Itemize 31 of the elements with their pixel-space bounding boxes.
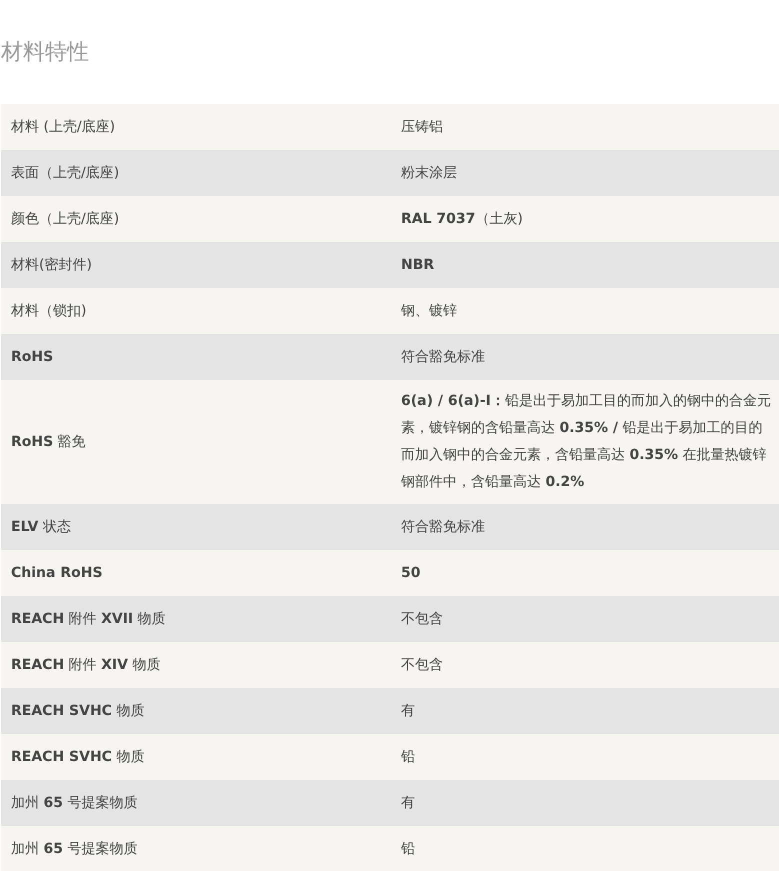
property-value: 6(a) / 6(a)-I：铅是出于易加工目的而加入的钢中的合金元素，镀锌钢的含铅量高达 0.35% / 铅是出于易加工的目的而加入钢中的合金元素，含铅量高达 0.35% 在批量热镀锌钢部件中，含铅量高达 0.2% [400,392,772,492]
property-value: NBR [400,256,436,274]
property-value: RAL 7037（土灰) [400,210,524,228]
property-value: 符合豁免标准 [400,348,486,366]
property-value: 铅 [400,748,416,766]
property-value: 符合豁免标准 [400,518,486,536]
property-label: 表面（上壳/底座) [10,164,120,182]
property-value: 钢、镀锌 [400,302,458,320]
property-value: 不包含 [400,656,444,674]
property-label: 材料（锁扣) [10,302,88,320]
property-value: 不包含 [400,610,444,628]
property-value: 粉末涂层 [400,164,458,182]
property-label: 材料(密封件) [10,256,93,274]
property-label: ELV 状态 [10,518,72,536]
section-title: 材料特性 [1,39,90,67]
property-value: 铅 [400,840,416,858]
property-value: 有 [400,702,416,720]
property-label: RoHS [10,348,54,366]
property-value: 有 [400,794,416,812]
property-value: 压铸铝 [400,118,444,136]
property-label: REACH SVHC 物质 [10,748,146,766]
property-label: REACH 附件 XVII 物质 [10,610,167,628]
property-value: 50 [400,564,422,582]
property-label: 加州 65 号提案物质 [10,840,138,858]
property-label: REACH SVHC 物质 [10,702,146,720]
property-label: 加州 65 号提案物质 [10,794,138,812]
property-label: REACH 附件 XIV 物质 [10,656,162,674]
property-label: 材料 (上壳/底座) [10,118,116,136]
property-label: RoHS 豁免 [10,432,87,452]
property-label: 颜色（上壳/底座) [10,210,120,228]
property-label: China RoHS [10,564,104,582]
